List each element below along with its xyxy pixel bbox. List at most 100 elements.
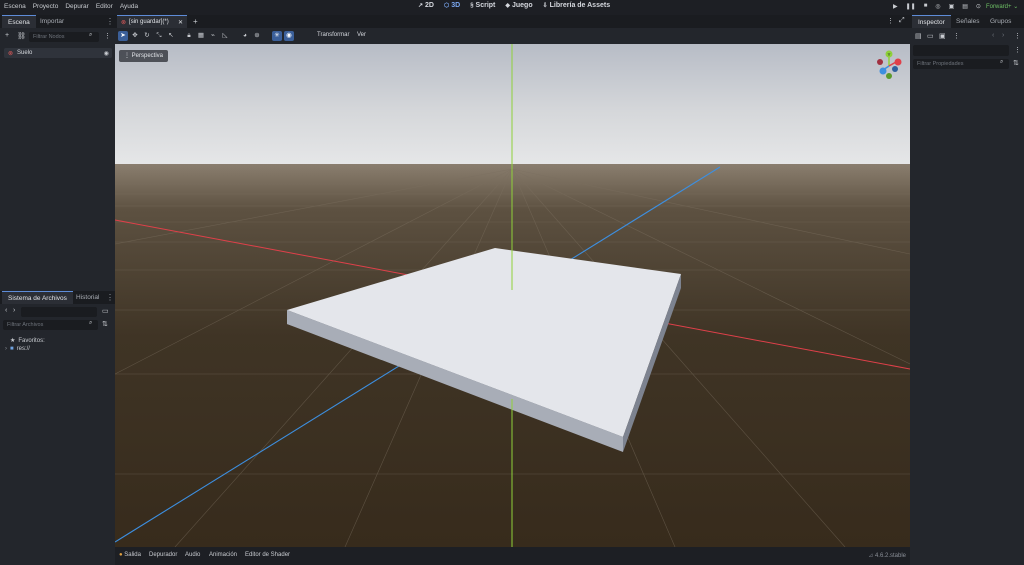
rotate-tool-icon[interactable]: ↻ <box>142 31 152 41</box>
save-icon[interactable]: ▣ <box>939 32 946 40</box>
node3d-icon: ⊗ <box>121 19 127 26</box>
new-resource-icon[interactable]: ▤ <box>915 32 922 40</box>
search-icon: ⌕ <box>89 320 93 326</box>
tab-shader-editor[interactable]: Editor de Shader <box>245 552 290 558</box>
perspective-menu-button[interactable]: ⋮ Perspectiva <box>119 50 169 62</box>
add-tab-icon[interactable]: + <box>193 17 198 26</box>
camera-preview-icon[interactable]: ⊛ <box>252 31 262 41</box>
renderer-select[interactable]: Forward+ ⌄ <box>986 3 1018 10</box>
play-scene-icon[interactable]: ▣ <box>949 3 955 10</box>
workspace-switcher: ↗ 2D ⬡ 3D § Script ◆ Juego ⇩ Librería de Asse… <box>418 2 610 9</box>
list-select-icon[interactable]: ↖ <box>166 31 176 41</box>
res-folder-row[interactable]: › ■ res:// <box>5 346 30 352</box>
extra-options-icon[interactable]: ⋮ <box>953 32 960 40</box>
scene-dock-tabs: Escena Importar ⋮ <box>0 15 115 28</box>
inspector-dock: Inspector Señales Grupos ▤ ▭ ▣ ⋮ ‹ › ⋮ ⋮… <box>910 15 1024 565</box>
kebab-icon: ⋮ <box>124 53 130 59</box>
filter-properties-placeholder: Filtrar Propiedades <box>917 61 964 67</box>
warning-icon: ⊿ <box>868 553 874 559</box>
dock-menu-icon[interactable]: ⋮ <box>106 17 114 26</box>
forward-arrow-icon[interactable]: › <box>13 307 15 314</box>
tab-groups[interactable]: Grupos <box>984 15 1017 28</box>
filter-files-input[interactable]: Filtrar Archivos <box>3 320 98 330</box>
main-menu: Escena Proyecto Depurar Editor Ayuda <box>4 3 138 10</box>
scene-tab-unsaved[interactable]: ⊗ [sin guardar](*) ✕ <box>117 15 187 28</box>
menu-ayuda[interactable]: Ayuda <box>120 3 138 10</box>
select-tool-icon[interactable]: ➤ <box>118 31 128 41</box>
lock-icon[interactable]: 🔒︎ <box>184 31 194 41</box>
workspace-3d-label: 3D <box>451 2 461 9</box>
history-forward-icon[interactable]: › <box>1002 32 1004 39</box>
movie-maker-icon[interactable]: ⊙ <box>976 3 981 10</box>
tab-audio[interactable]: Audio <box>185 552 200 558</box>
chevron-right-icon[interactable]: › <box>5 346 7 352</box>
ruler-icon[interactable]: ◺ <box>220 31 230 41</box>
object-menu-icon[interactable]: ⋮ <box>1014 46 1021 54</box>
script-icon: § <box>470 2 474 9</box>
workspace-script-label: Script <box>475 2 496 9</box>
remote-debug-icon[interactable]: ◎ <box>935 3 940 10</box>
tab-filesystem[interactable]: Sistema de Archivos <box>2 291 73 304</box>
object-path-field[interactable] <box>913 45 1009 56</box>
close-icon[interactable]: ✕ <box>178 19 183 26</box>
local-space-icon[interactable]: ✳ <box>272 31 282 41</box>
tree-item-suelo[interactable]: ⊗ Suelo ◉ <box>4 48 112 58</box>
workspace-game-button[interactable]: ◆ Juego <box>505 2 532 9</box>
workspace-3d-button[interactable]: ⬡ 3D <box>444 2 460 9</box>
split-view-icon[interactable]: ▭ <box>102 307 109 315</box>
visibility-eye-icon[interactable]: ◉ <box>104 50 109 57</box>
play-custom-icon[interactable]: ▤ <box>962 3 968 10</box>
tab-escena[interactable]: Escena <box>2 15 36 28</box>
filesystem-menu-icon[interactable]: ⋮ <box>106 293 114 302</box>
filter-properties-input[interactable]: Filtrar Propiedades <box>913 59 1009 69</box>
workspace-assetlib-button[interactable]: ⇩ Librería de Assets <box>543 2 610 9</box>
folder-icon: ■ <box>10 346 14 352</box>
tab-history[interactable]: Historial <box>70 291 105 304</box>
pause-icon[interactable]: ❚❚ <box>906 3 916 10</box>
favorites-row[interactable]: ★ Favoritos: <box>10 337 45 345</box>
bone-icon[interactable]: ⌁ <box>208 31 218 41</box>
back-arrow-icon[interactable]: ‹ <box>5 307 7 314</box>
menu-transformar[interactable]: Transformar <box>317 32 349 38</box>
menu-ver[interactable]: Ver <box>357 32 366 38</box>
play-icon[interactable]: ▶ <box>893 3 898 10</box>
workspace-script-button[interactable]: § Script <box>470 2 495 9</box>
menu-bar: Escena Proyecto Depurar Editor Ayuda ↗ 2D… <box>0 0 1024 15</box>
tab-animation[interactable]: Animación <box>209 552 237 558</box>
open-folder-icon[interactable]: ▭ <box>927 32 934 40</box>
group-icon[interactable]: ▦ <box>196 31 206 41</box>
bottom-panel-bar: ● Salida Depurador Audio Animación Edito… <box>115 547 910 565</box>
workspace-2d-button[interactable]: ↗ 2D <box>418 2 434 9</box>
history-menu-icon[interactable]: ⋮ <box>1014 32 1021 40</box>
viewport-canvas[interactable]: Y <box>115 44 910 547</box>
use-snap-icon[interactable]: ◉ <box>284 31 294 41</box>
gizmo-y-label: Y <box>887 52 890 57</box>
sort-properties-icon[interactable]: ⇅ <box>1013 59 1019 67</box>
inspector-tabs: Inspector Señales Grupos <box>910 15 1024 28</box>
tab-debugger[interactable]: Depurador <box>149 552 177 558</box>
sort-icon[interactable]: ⇅ <box>102 320 108 328</box>
scale-tool-icon[interactable]: ⤡ <box>154 31 164 41</box>
tree-item-label: Suelo <box>17 50 33 56</box>
menu-escena[interactable]: Escena <box>4 3 26 10</box>
tab-importar[interactable]: Importar <box>34 15 70 28</box>
viewport-3d[interactable]: Y <box>115 44 910 547</box>
tab-output[interactable]: ● Salida <box>119 552 141 558</box>
menu-depurar[interactable]: Depurar <box>65 3 88 10</box>
history-back-icon[interactable]: ‹ <box>992 32 994 39</box>
distraction-free-icon[interactable]: ⤢ <box>899 17 905 25</box>
menu-editor[interactable]: Editor <box>96 3 113 10</box>
scene-tabs-menu-icon[interactable]: ⋮ <box>887 17 894 25</box>
move-tool-icon[interactable]: ✥ <box>130 31 140 41</box>
menu-proyecto[interactable]: Proyecto <box>33 3 59 10</box>
path-field[interactable] <box>21 307 97 317</box>
run-toolbar: ▶ ❚❚ ■ ◎ ▣ ▤ ⊙ <box>893 3 981 10</box>
tab-inspector[interactable]: Inspector <box>912 15 951 28</box>
scene-tab-label: [sin guardar](*) <box>129 19 169 25</box>
stop-icon[interactable]: ■ <box>924 3 928 10</box>
add-node-icon[interactable]: + <box>5 32 9 39</box>
scene-options-icon[interactable]: ⋮ <box>104 32 111 40</box>
tab-signals[interactable]: Señales <box>950 15 986 28</box>
link-icon[interactable]: ⛓ <box>17 32 26 40</box>
snap-icon[interactable]: ◕ <box>240 31 250 41</box>
